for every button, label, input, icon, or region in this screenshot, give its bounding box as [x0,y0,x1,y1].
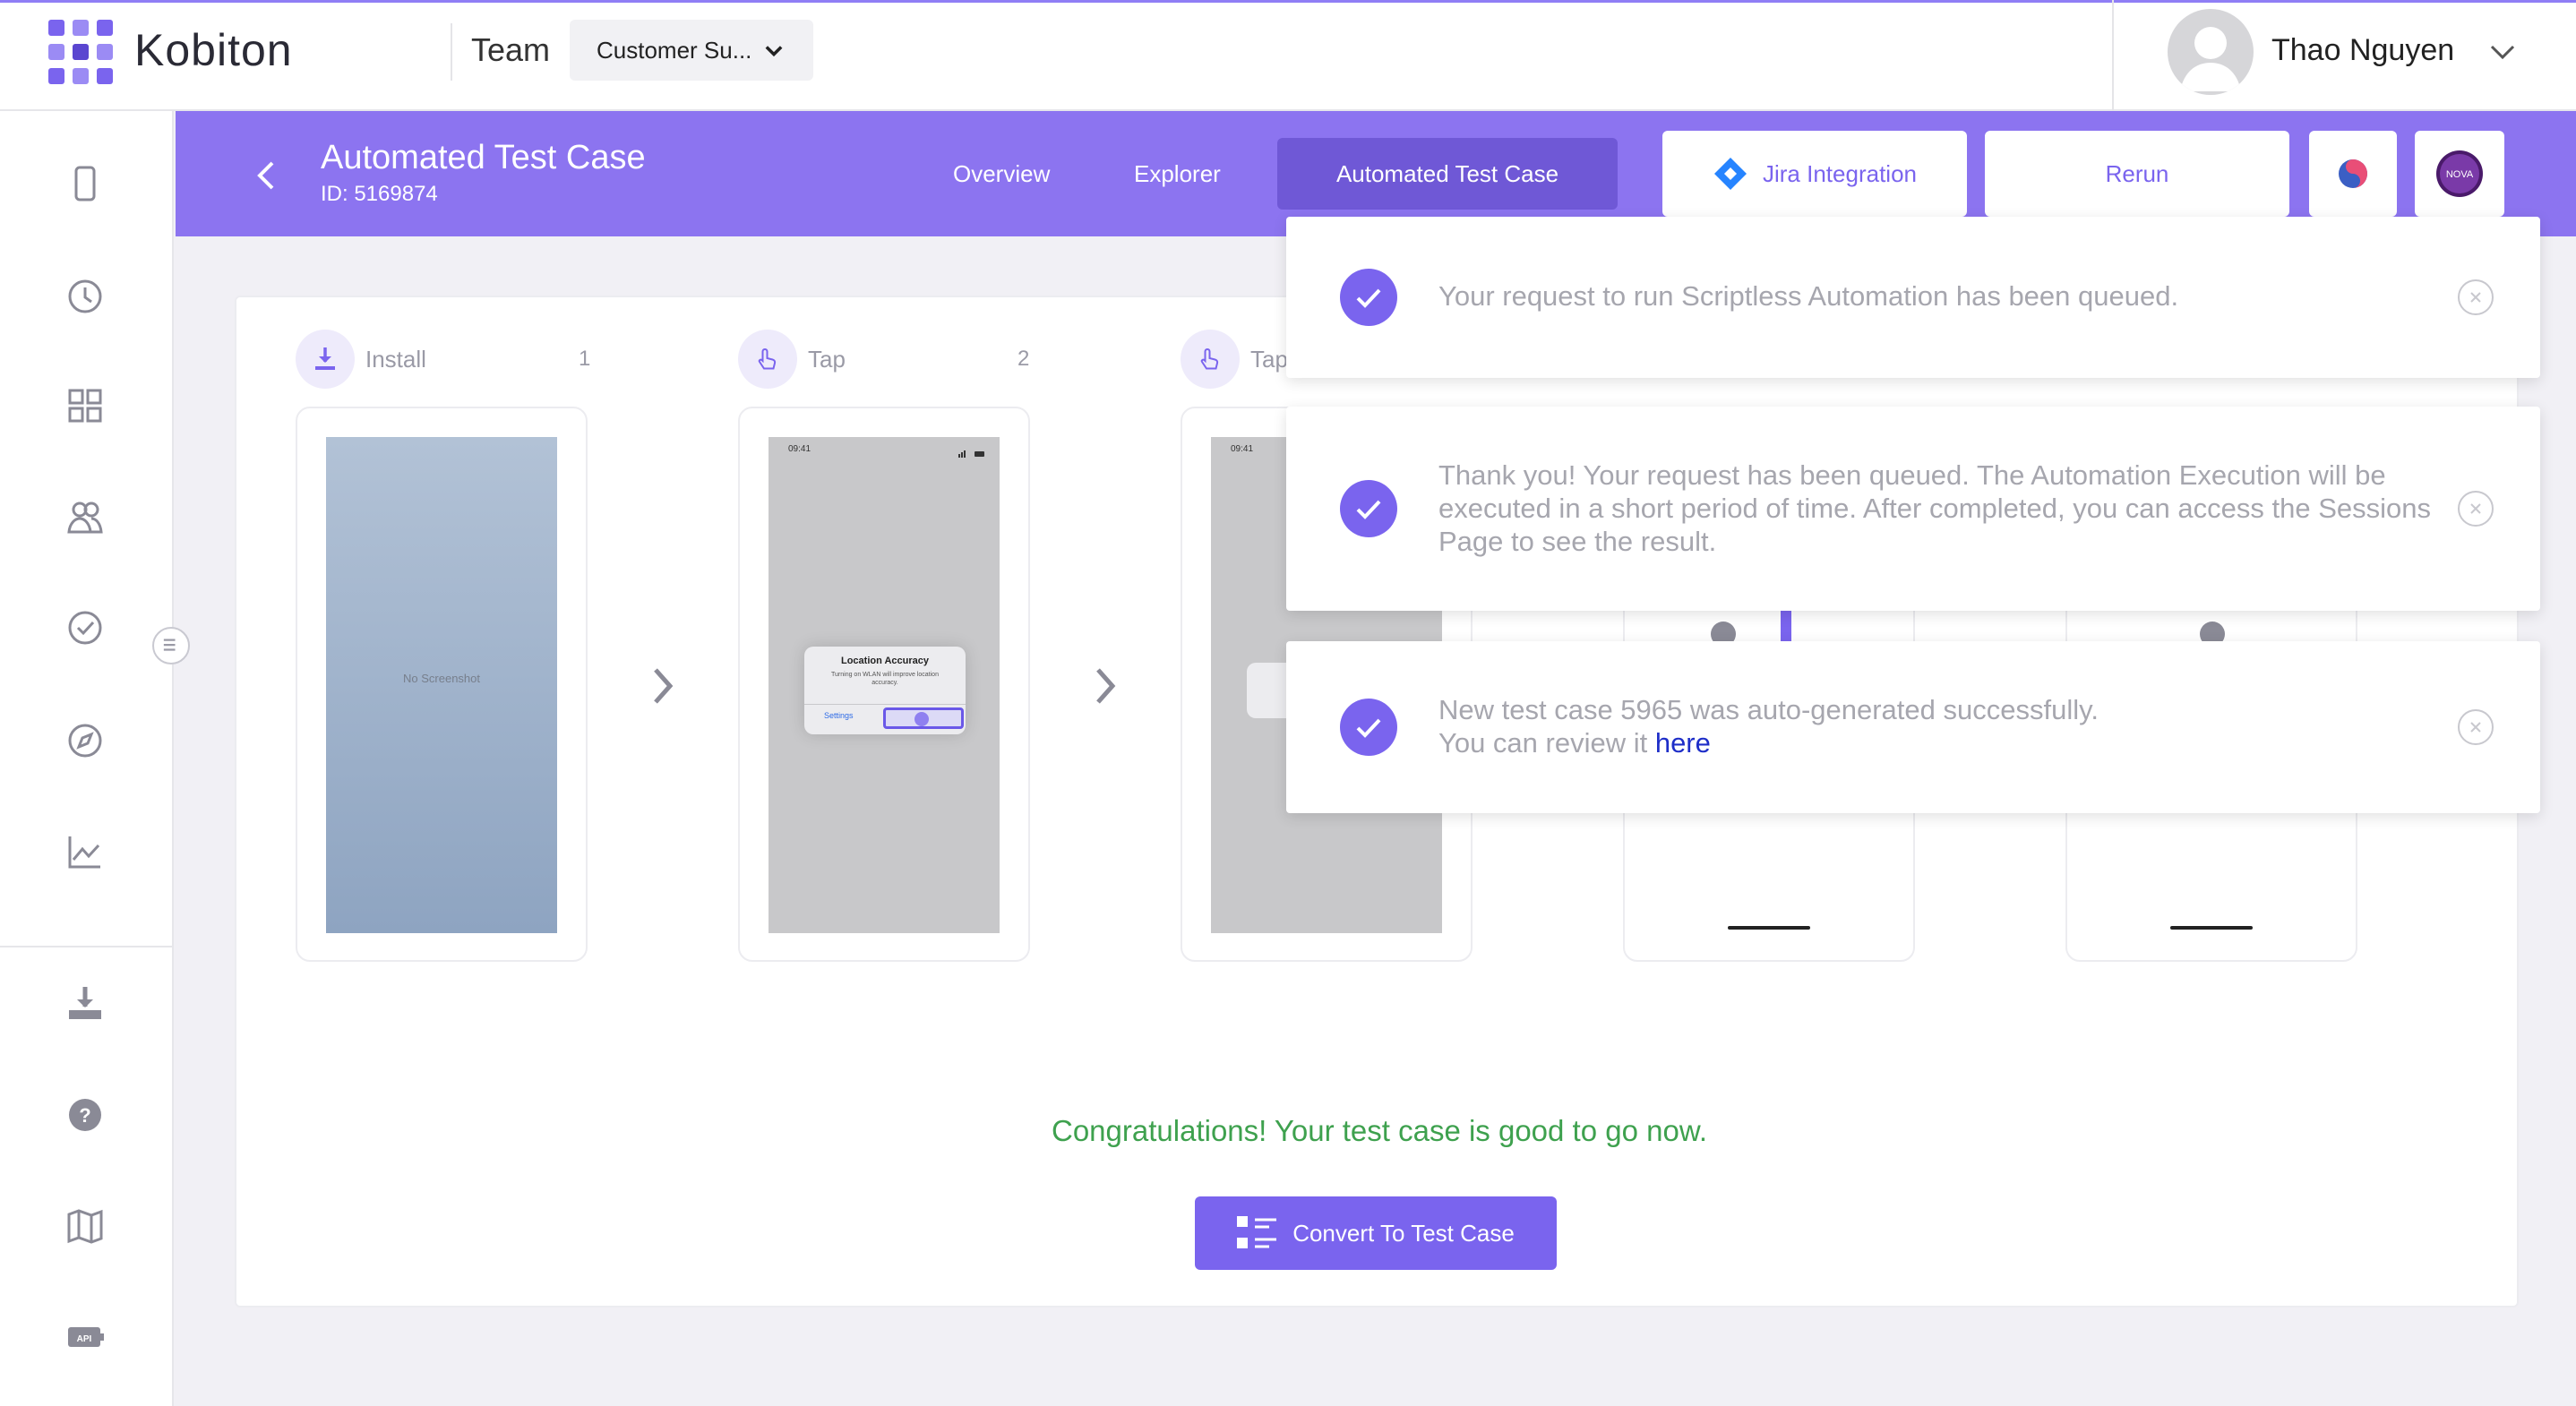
rerun-button[interactable]: Rerun [1985,131,2289,217]
check-circle-icon[interactable] [64,607,106,648]
grid-icon[interactable] [64,385,106,426]
tap-point [914,712,929,726]
clock-icon[interactable] [64,276,106,317]
tap-step-icon [1181,330,1240,389]
check-icon [1340,480,1397,537]
help-icon[interactable]: ? [64,1094,106,1136]
divider [804,704,966,705]
notification-message: Your request to run Scriptless Automatio… [1438,280,2179,312]
compass-icon[interactable] [64,720,106,761]
chevron-right-icon [1096,668,1116,704]
divider [2112,0,2114,111]
chevron-down-icon[interactable] [2486,38,2519,64]
step-screenshot-card[interactable]: 09:41 Location Accuracy Turning on WLAN … [738,407,1030,962]
download-icon[interactable] [64,983,106,1024]
download-icon [315,347,335,370]
notification-toast: Your request to run Scriptless Automatio… [1286,217,2540,378]
step-action-label: Install [365,346,426,373]
step-screenshot-card[interactable]: No Screenshot [296,407,588,962]
divider [451,23,452,81]
kobiton-logo-icon[interactable] [48,20,113,84]
users-icon[interactable] [64,496,106,537]
tab-overview[interactable]: Overview [953,156,1050,192]
close-icon[interactable] [2458,279,2494,315]
convert-button-label: Convert To Test Case [1292,1219,1515,1247]
tap-step-icon [738,330,797,389]
scroll-indicator [1781,611,1791,641]
convert-to-test-case-button[interactable]: Convert To Test Case [1195,1196,1557,1270]
map-icon[interactable] [64,1205,106,1247]
svg-text:?: ? [79,1104,90,1127]
tab-automated-test-case[interactable]: Automated Test Case [1277,138,1618,210]
nova-button[interactable]: NOVA [2415,131,2504,217]
notification-message: Thank you! Your request has been queued.… [1438,459,2431,557]
sidebar-separator [0,946,174,947]
status-time: 09:41 [1231,444,1254,454]
device-screenshot: 09:41 Location Accuracy Turning on WLAN … [769,437,1000,933]
chart-icon[interactable] [64,831,106,872]
notification-message: New test case 5965 was auto-generated su… [1438,693,2433,759]
home-indicator [2170,926,2253,930]
check-icon [1340,269,1397,326]
brand-name: Kobiton [134,25,293,75]
jira-integration-label: Jira Integration [1763,159,1917,187]
nova-icon: NOVA [2436,150,2483,197]
tab-explorer[interactable]: Explorer [1134,156,1221,192]
api-icon[interactable]: API [64,1316,106,1358]
integration-logo-icon [2339,159,2367,188]
notification-toast: New test case 5965 was auto-generated su… [1286,641,2540,813]
test-case-id: ID: 5169874 [321,182,438,206]
notification-line-2-text: You can review it [1438,727,1655,759]
team-select[interactable]: Customer Su... [570,20,813,81]
chevron-right-icon [654,668,674,704]
dialog-message: Turning on WLAN will improve location ac… [831,672,939,686]
page-title: Automated Test Case [321,139,646,176]
notification-toast: Thank you! Your request has been queued.… [1286,407,2540,611]
review-link[interactable]: here [1655,727,1711,759]
success-message: Congratulations! Your test case is good … [1052,1114,1707,1147]
screenshot-placeholder: No Screenshot [326,437,557,933]
dialog-settings-button[interactable]: Settings [824,711,854,720]
notification-line-2: You can review it here [1438,726,2433,759]
jira-integration-button[interactable]: Jira Integration [1662,131,1967,217]
avatar[interactable] [2168,9,2254,95]
notification-line-1: New test case 5965 was auto-generated su… [1438,694,2099,725]
integration-logo-button[interactable] [2309,131,2397,217]
step-action-label: Tap [808,346,846,373]
tap-highlight[interactable] [883,707,964,729]
team-label: Team [471,31,551,68]
tap-hand-icon [1200,347,1219,370]
no-screenshot-label: No Screenshot [403,672,480,685]
back-arrow-icon[interactable] [251,158,281,193]
close-icon[interactable] [2458,709,2494,745]
device-icon[interactable] [64,163,106,204]
list-icon [1237,1216,1277,1248]
chevron-down-icon [765,46,783,57]
check-icon [1340,699,1397,756]
sidebar: ? API [0,111,174,1406]
svg-text:NOVA: NOVA [2446,169,2474,180]
step-action-label: Tap [1250,346,1288,373]
home-indicator [1728,926,1810,930]
status-icons [958,446,985,458]
user-name[interactable]: Thao Nguyen [2271,27,2454,73]
sidebar-collapse-button[interactable] [152,627,190,664]
location-accuracy-dialog: Location Accuracy Turning on WLAN will i… [804,647,966,734]
install-step-icon [296,330,355,389]
team-select-value: Customer Su... [597,36,752,64]
step-number: 1 [579,347,591,371]
jira-icon [1714,158,1747,190]
status-time: 09:41 [788,444,811,454]
close-icon[interactable] [2458,491,2494,527]
dialog-title: Location Accuracy [840,656,929,666]
svg-text:API: API [77,1334,92,1344]
step-number: 2 [1018,347,1030,371]
tap-hand-icon [758,347,777,370]
